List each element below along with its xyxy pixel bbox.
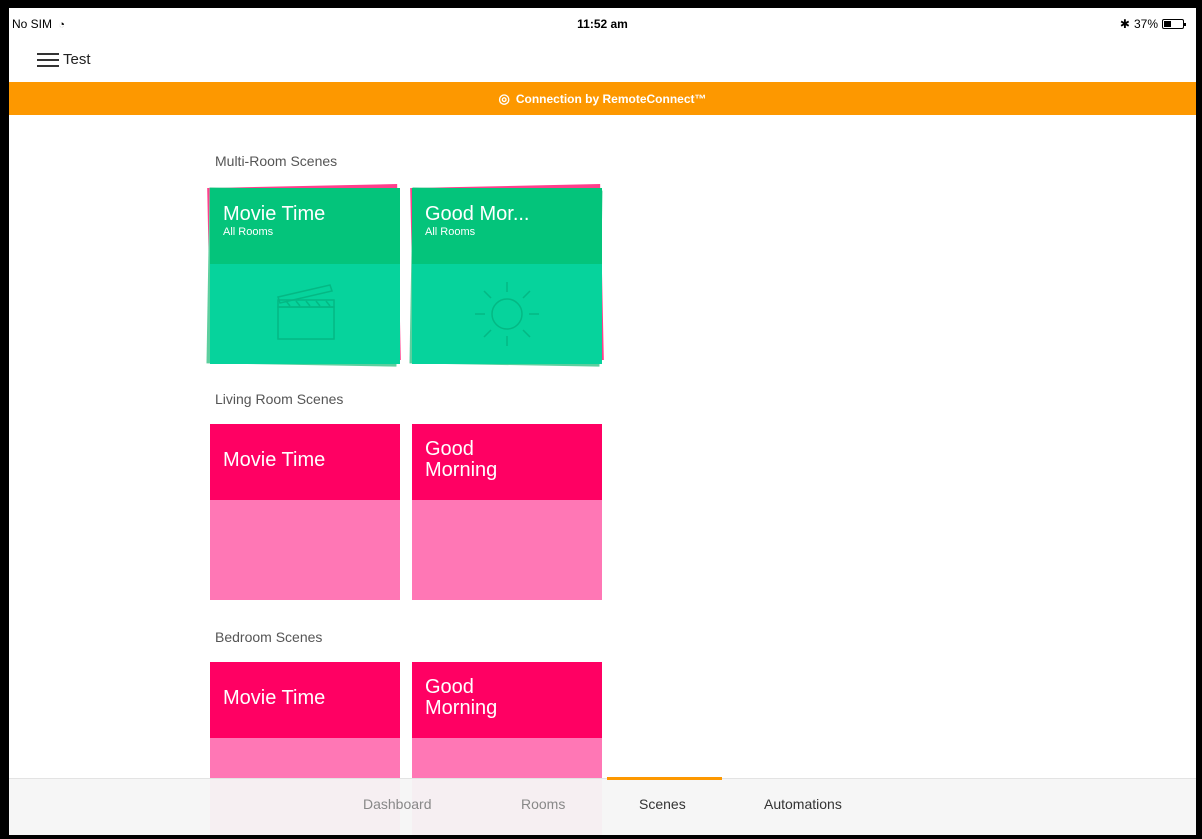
scene-name: Good Morning: [425, 676, 498, 719]
scene-tile-header: Good Morning: [412, 662, 602, 738]
scene-name: Movie Time: [223, 203, 326, 225]
nav-title: Test: [63, 51, 91, 68]
menu-icon[interactable]: [37, 53, 59, 67]
clapperboard-icon: [277, 284, 335, 340]
tab-rooms[interactable]: Rooms: [521, 796, 565, 812]
scene-tile-header: Good Mor... All Rooms: [412, 188, 602, 264]
scene-subtitle: All Rooms: [223, 226, 274, 238]
scene-tile-header: Movie Time: [210, 662, 400, 738]
tab-dashboard[interactable]: Dashboard: [363, 796, 432, 812]
tab-bar: Dashboard Rooms Scenes Automations: [9, 777, 1196, 835]
scene-tile-header: Movie Time: [210, 424, 400, 500]
status-bar: No SIM ◔ 11:52 am ✱ 37%: [9, 8, 1196, 38]
remote-connect-icon: ◎: [498, 90, 510, 106]
active-tab-indicator: [607, 777, 722, 780]
status-right: ✱ 37%: [1119, 17, 1186, 31]
battery-percent: 37%: [1133, 17, 1158, 31]
status-time: 11:52 am: [577, 17, 628, 31]
scene-name: Good Mor...: [425, 203, 530, 225]
scene-subtitle: All Rooms: [425, 226, 476, 238]
app-screen: No SIM ◔ 11:52 am ✱ 37% Test ◎ Connectio…: [9, 8, 1196, 835]
scene-tile-header: Good Morning: [412, 424, 602, 500]
scene-tile-multi-good-morning[interactable]: Good Mor... All Rooms: [412, 188, 602, 364]
scene-tile-body: [210, 500, 400, 600]
tab-scenes[interactable]: Scenes: [639, 796, 686, 812]
section-title-bedroom: Bedroom Scenes: [215, 629, 323, 645]
section-title-multi-room: Multi-Room Scenes: [215, 153, 338, 169]
tab-automations[interactable]: Automations: [764, 796, 842, 812]
scene-tile-header: Movie Time All Rooms: [210, 188, 400, 264]
scene-tile-body: [210, 264, 400, 364]
scene-tile-body: [412, 264, 602, 364]
scene-name: Movie Time: [223, 449, 326, 471]
section-title-living-room: Living Room Scenes: [215, 391, 344, 407]
scene-tile-body: [412, 500, 602, 600]
bluetooth-icon: ✱: [1119, 17, 1130, 31]
scene-tile-living-good-morning[interactable]: Good Morning: [412, 424, 602, 600]
connection-banner-text: Connection by RemoteConnect™: [515, 91, 707, 106]
scene-name: Good Morning: [425, 438, 498, 481]
scene-tile-multi-movie-time[interactable]: Movie Time All Rooms: [210, 188, 400, 364]
battery-icon: [1162, 19, 1186, 29]
nav-header: Test: [9, 46, 1196, 74]
connection-banner: ◎ Connection by RemoteConnect™: [9, 82, 1196, 115]
scene-name: Movie Time: [223, 687, 326, 709]
scene-tile-living-movie-time[interactable]: Movie Time: [210, 424, 400, 600]
sun-icon: [475, 282, 539, 346]
